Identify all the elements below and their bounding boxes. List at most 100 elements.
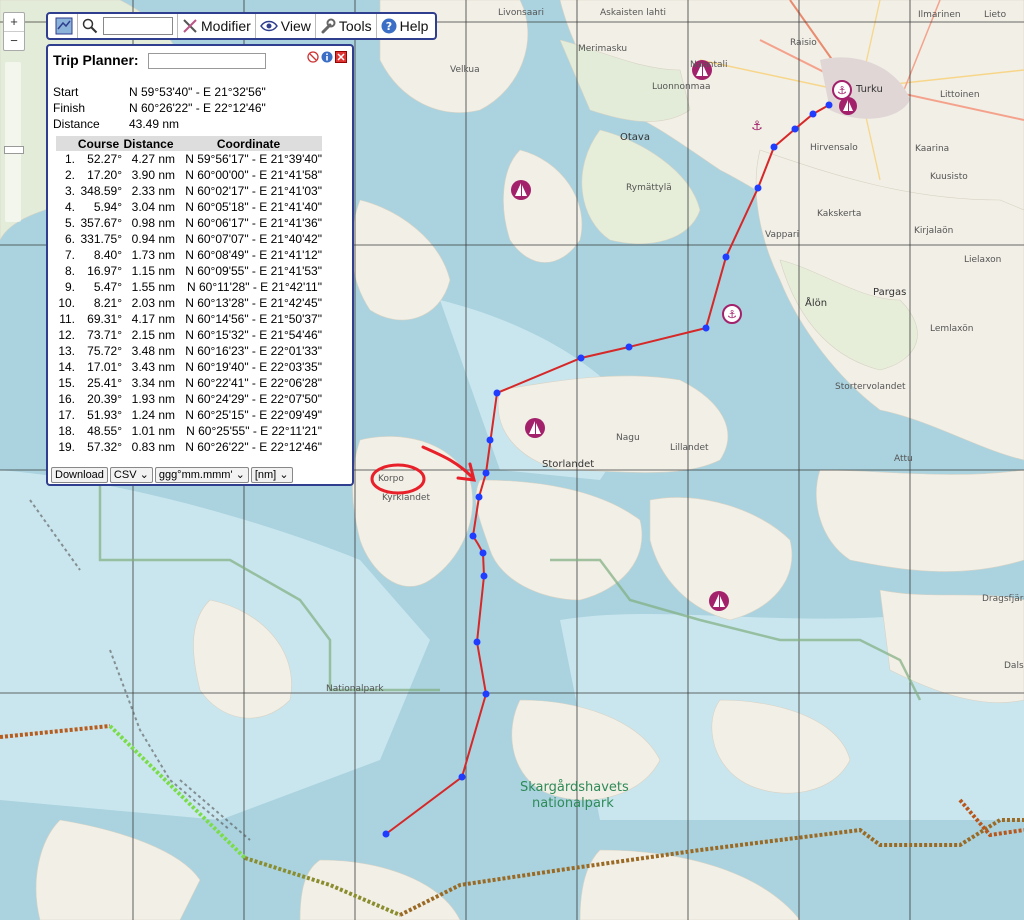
sailboat-icon xyxy=(525,418,545,438)
info-icon[interactable] xyxy=(321,51,333,63)
modifier-button[interactable]: Modifier xyxy=(178,14,256,38)
anchor-icon: ⚓ xyxy=(722,304,742,324)
place-label: nationalpark xyxy=(532,796,614,811)
table-row[interactable]: 12. 73.71° 2.15 nm N 60°15'32" - E 21°54'46… xyxy=(56,327,322,343)
place-label: Askaisten lahti xyxy=(600,8,666,18)
svg-text:?: ? xyxy=(385,20,391,33)
waypoint xyxy=(791,125,799,133)
leg-number: 2. xyxy=(64,168,75,182)
unit-select[interactable]: [nm] ⌄ xyxy=(250,467,293,483)
start-value: N 59°53'40" - E 21°32'56" xyxy=(129,85,266,99)
chevron-down-icon: ⌄ xyxy=(279,469,289,481)
table-row[interactable]: 10. 8.21° 2.03 nm N 60°13'28" - E 21°42'45" xyxy=(56,295,322,311)
sailboat-icon xyxy=(839,97,857,115)
zoom-slider-thumb[interactable] xyxy=(4,146,24,154)
waypoint xyxy=(825,101,833,109)
view-label: View xyxy=(280,18,311,34)
leg-course: 5.47° xyxy=(93,280,122,294)
table-row[interactable]: 18. 48.55° 1.01 nm N 60°25'55" - E 22°11'21… xyxy=(56,423,322,439)
panel-title: Trip Planner: xyxy=(53,52,139,68)
table-row[interactable]: 3. 348.59° 2.33 nm N 60°02'17" - E 21°41'03… xyxy=(56,183,322,199)
leg-number: 6. xyxy=(64,232,75,246)
eye-icon xyxy=(259,20,278,32)
table-row[interactable]: 1. 52.27° 4.27 nm N 59°56'17" - E 21°39'40" xyxy=(56,151,322,167)
table-row[interactable]: 7. 8.40° 1.73 nm N 60°08'49" - E 21°41'12" xyxy=(56,247,322,263)
table-row[interactable]: 5. 357.67° 0.98 nm N 60°06'17" - E 21°41'36… xyxy=(56,215,322,231)
table-row[interactable]: 4. 5.94° 3.04 nm N 60°05'18" - E 21°41'40" xyxy=(56,199,322,215)
trip-summary: Start N 59°53'40" - E 21°32'56" Finish N 6… xyxy=(53,84,266,132)
place-label: Raisio xyxy=(790,38,817,48)
waypoint xyxy=(475,493,483,501)
svg-text:⚓: ⚓ xyxy=(837,84,847,97)
waypoint xyxy=(625,343,633,351)
export-controls: Download CSV ⌄ ggg°mm.mmm' ⌄ [nm] ⌄ xyxy=(51,467,293,483)
trip-name-input[interactable] xyxy=(148,53,266,69)
table-row[interactable]: 14. 17.01° 3.43 nm N 60°19'40" - E 22°03'35… xyxy=(56,359,322,375)
place-label: Pargas xyxy=(873,287,906,298)
table-row[interactable]: 19. 57.32° 0.83 nm N 60°26'22" - E 22°12'46… xyxy=(56,439,322,455)
leg-course: 20.39° xyxy=(87,392,122,406)
place-label: Hirvensalo xyxy=(810,143,858,153)
table-row[interactable]: 15. 25.41° 3.34 nm N 60°22'41" - E 22°06'28… xyxy=(56,375,322,391)
table-row[interactable]: 2. 17.20° 3.90 nm N 60°00'00" - E 21°41'58" xyxy=(56,167,322,183)
distance-label: Distance xyxy=(53,117,100,131)
leg-coordinate: N 60°05'18" - E 21°41'40" xyxy=(185,200,322,214)
place-label: Lieto xyxy=(984,10,1007,20)
panel-actions xyxy=(307,51,347,63)
column-header: Course xyxy=(75,136,122,151)
waypoint xyxy=(482,690,490,698)
close-icon[interactable] xyxy=(335,51,347,63)
leg-coordinate: N 60°02'17" - E 21°41'03" xyxy=(185,184,322,198)
place-label: Kyrklandet xyxy=(382,493,430,503)
column-header: Coordinate xyxy=(175,136,322,151)
format-value: CSV xyxy=(113,469,137,481)
place-label: Korpo xyxy=(378,474,404,484)
leg-coordinate: N 60°25'15" - E 22°09'49" xyxy=(185,408,322,422)
legs-table: Course Distance Coordinate 1. 52.27° 4.27 … xyxy=(56,136,322,455)
table-row[interactable]: 16. 20.39° 1.93 nm N 60°24'29" - E 22°07'50… xyxy=(56,391,322,407)
waypoint xyxy=(770,143,778,151)
zoom-in-button[interactable]: + xyxy=(4,13,24,32)
leg-distance: 0.94 nm xyxy=(131,232,175,246)
table-row[interactable]: 6. 331.75° 0.94 nm N 60°07'07" - E 21°40'42… xyxy=(56,231,322,247)
view-button[interactable]: View xyxy=(256,14,316,38)
leg-distance: 4.17 nm xyxy=(131,312,175,326)
table-row[interactable]: 9. 5.47° 1.55 nm N 60°11'28" - E 21°42'11" xyxy=(56,279,322,295)
finish-label: Finish xyxy=(53,101,86,115)
leg-course: 25.41° xyxy=(87,376,122,390)
leg-coordinate: N 60°14'56" - E 21°50'37" xyxy=(185,312,322,326)
sailboat-icon xyxy=(709,591,729,611)
leg-coordinate: N 60°26'22" - E 22°12'46" xyxy=(185,440,322,454)
leg-course: 17.20° xyxy=(87,168,122,182)
leg-coordinate: N 59°56'17" - E 21°39'40" xyxy=(185,152,322,166)
leg-distance: 4.27 nm xyxy=(131,152,175,166)
zoom-out-button[interactable]: − xyxy=(4,32,24,50)
anchor-icon: ⚓ xyxy=(832,80,852,100)
anchor-icon: ⚓ xyxy=(751,119,763,134)
coord-format-select[interactable]: ggg°mm.mmm' ⌄ xyxy=(154,467,249,483)
table-row[interactable]: 17. 51.93° 1.24 nm N 60°25'15" - E 22°09'49… xyxy=(56,407,322,423)
place-label: Lemlaxön xyxy=(930,324,973,334)
leg-distance: 1.01 nm xyxy=(131,424,175,438)
leg-number: 16. xyxy=(58,392,75,406)
clear-route-icon[interactable] xyxy=(307,51,319,63)
format-select[interactable]: CSV ⌄ xyxy=(109,467,153,483)
leg-distance: 2.15 nm xyxy=(131,328,175,342)
table-row[interactable]: 8. 16.97° 1.15 nm N 60°09'55" - E 21°41'53" xyxy=(56,263,322,279)
waypoint xyxy=(486,436,494,444)
download-button[interactable]: Download xyxy=(51,467,108,483)
table-row[interactable]: 13. 75.72° 3.48 nm N 60°16'23" - E 22°01'33… xyxy=(56,343,322,359)
unit-value: [nm] xyxy=(254,469,277,481)
place-label: Livonsaari xyxy=(498,8,544,18)
zoom-slider[interactable] xyxy=(4,62,24,222)
leg-distance: 3.43 nm xyxy=(131,360,175,374)
leg-distance: 1.93 nm xyxy=(131,392,175,406)
search-input[interactable] xyxy=(103,17,173,35)
tools-button[interactable]: Tools xyxy=(316,14,377,38)
help-button[interactable]: ? Help xyxy=(377,14,433,38)
leg-coordinate: N 60°11'28" - E 21°42'11" xyxy=(186,280,322,294)
map-layers-button[interactable] xyxy=(51,14,78,38)
table-row[interactable]: 11. 69.31° 4.17 nm N 60°14'56" - E 21°50'37… xyxy=(56,311,322,327)
leg-course: 75.72° xyxy=(87,344,122,358)
search-group xyxy=(78,14,178,38)
